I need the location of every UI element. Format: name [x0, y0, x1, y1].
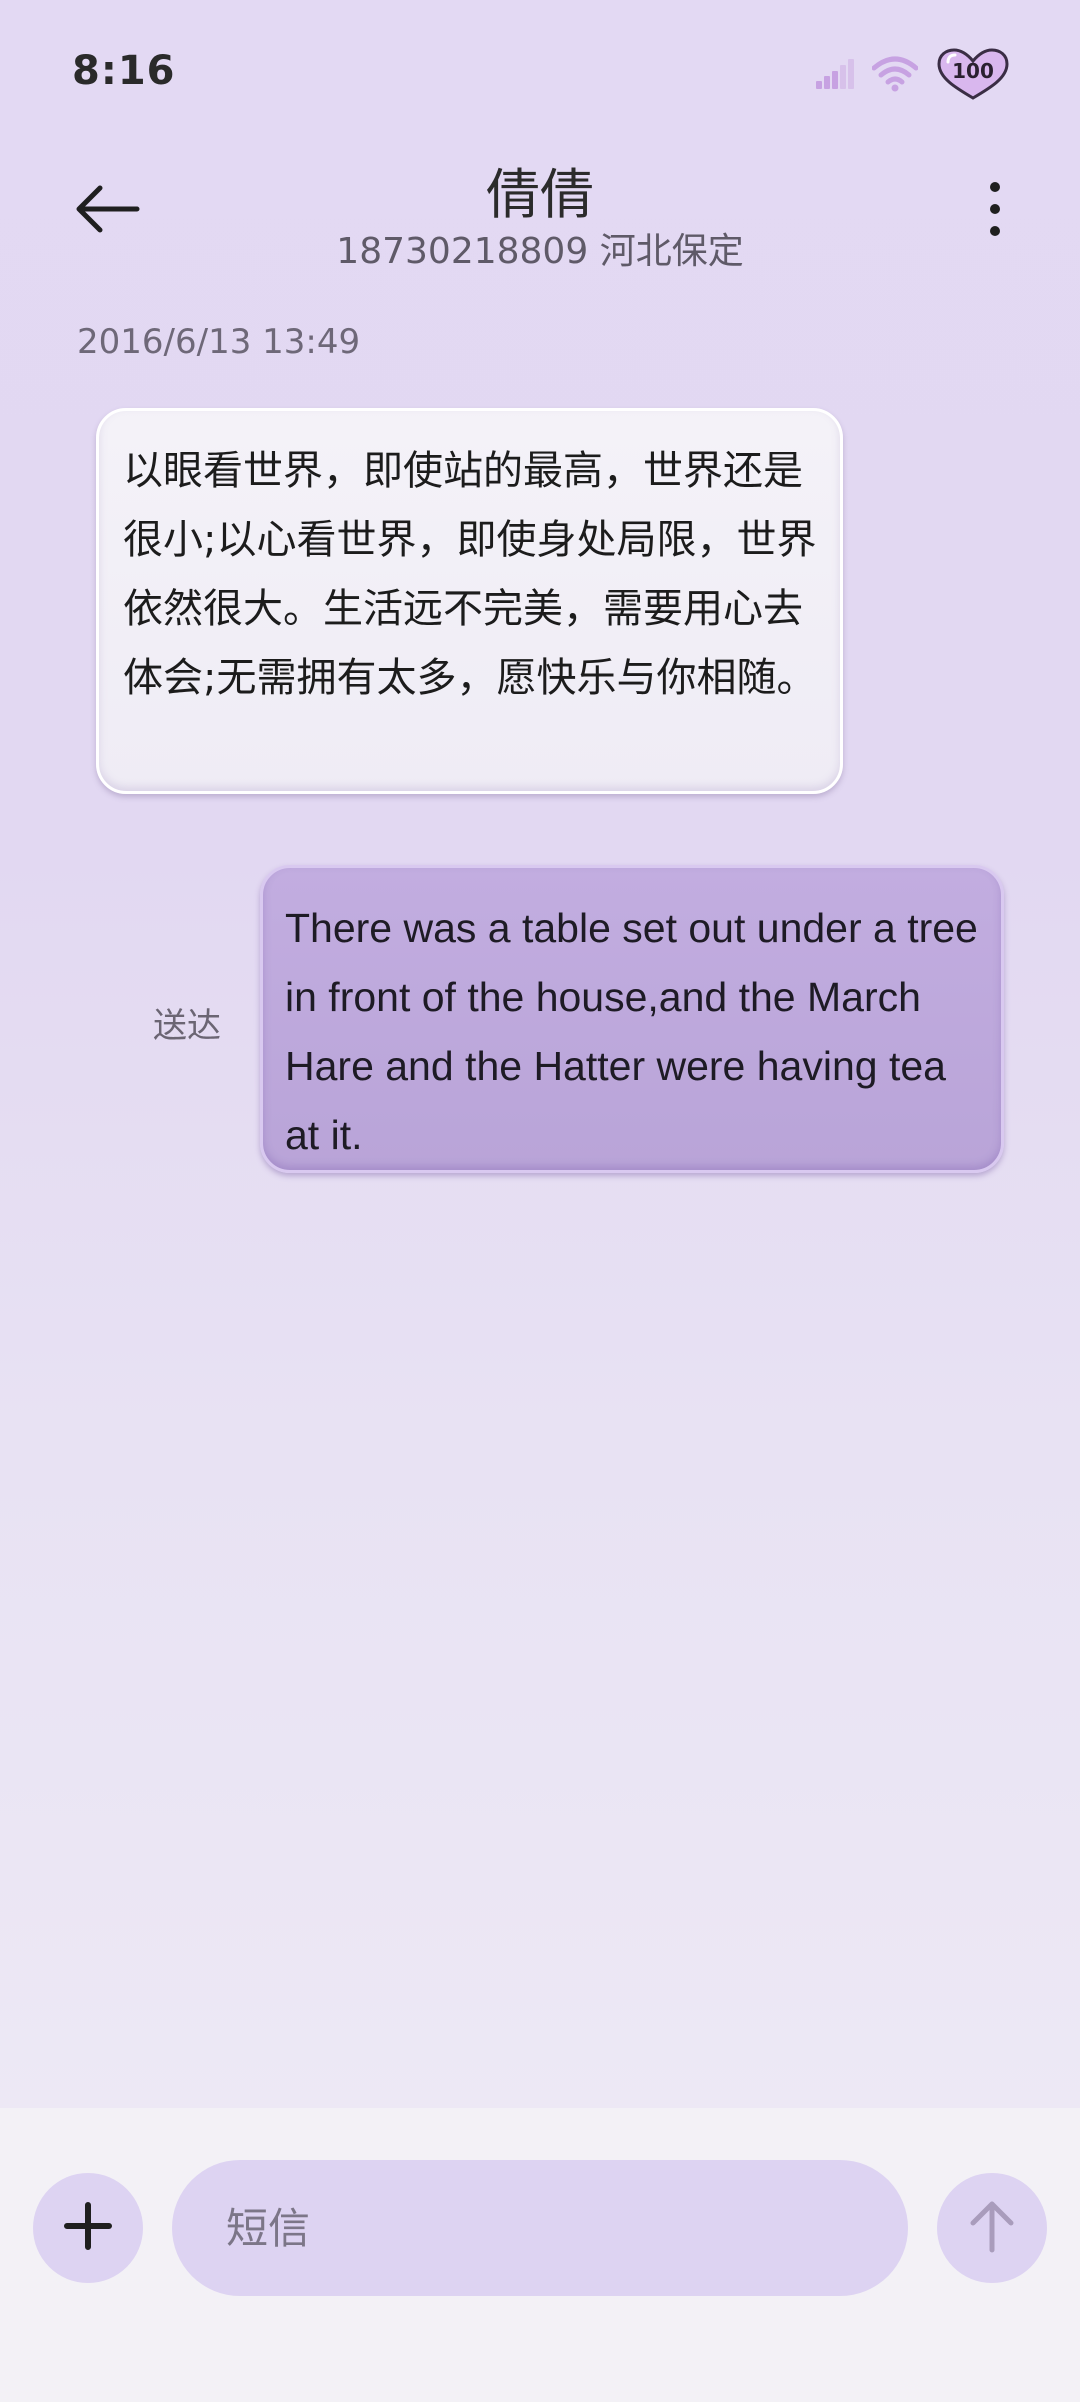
arrow-up-icon [967, 2198, 1017, 2258]
more-options-button[interactable] [960, 176, 1030, 246]
conversation-header: 倩倩 18730218809 河北保定 [0, 150, 1080, 280]
add-attachment-button[interactable] [33, 2173, 143, 2283]
signal-icon [816, 59, 854, 89]
status-icons: 100 [816, 48, 1010, 100]
delivery-status: 送达 [153, 1006, 221, 1046]
message-text: There was a table set out under a tree i… [285, 905, 978, 1158]
message-input[interactable] [172, 2160, 908, 2296]
message-timestamp: 2016/6/13 13:49 [77, 322, 361, 362]
battery-icon: 100 [936, 48, 1010, 100]
plus-icon [63, 2201, 113, 2255]
send-button[interactable] [937, 2173, 1047, 2283]
message-text: 以眼看世界，即使站的最高，世界还是很小;以心看世界，即使身处局限，世界依然很大。… [123, 448, 817, 701]
outgoing-message-bubble[interactable]: There was a table set out under a tree i… [260, 865, 1004, 1173]
status-time: 8:16 [72, 48, 176, 94]
more-vertical-icon [989, 181, 1001, 241]
wifi-icon [872, 56, 918, 92]
contact-name: 倩倩 [486, 163, 594, 226]
composer-bar [0, 2108, 1080, 2402]
contact-phone-location: 18730218809 河北保定 [336, 231, 744, 272]
incoming-message-bubble[interactable]: 以眼看世界，即使站的最高，世界还是很小;以心看世界，即使身处局限，世界依然很大。… [96, 408, 843, 794]
battery-level: 100 [952, 59, 994, 83]
status-bar: 8:16 100 [0, 0, 1080, 150]
